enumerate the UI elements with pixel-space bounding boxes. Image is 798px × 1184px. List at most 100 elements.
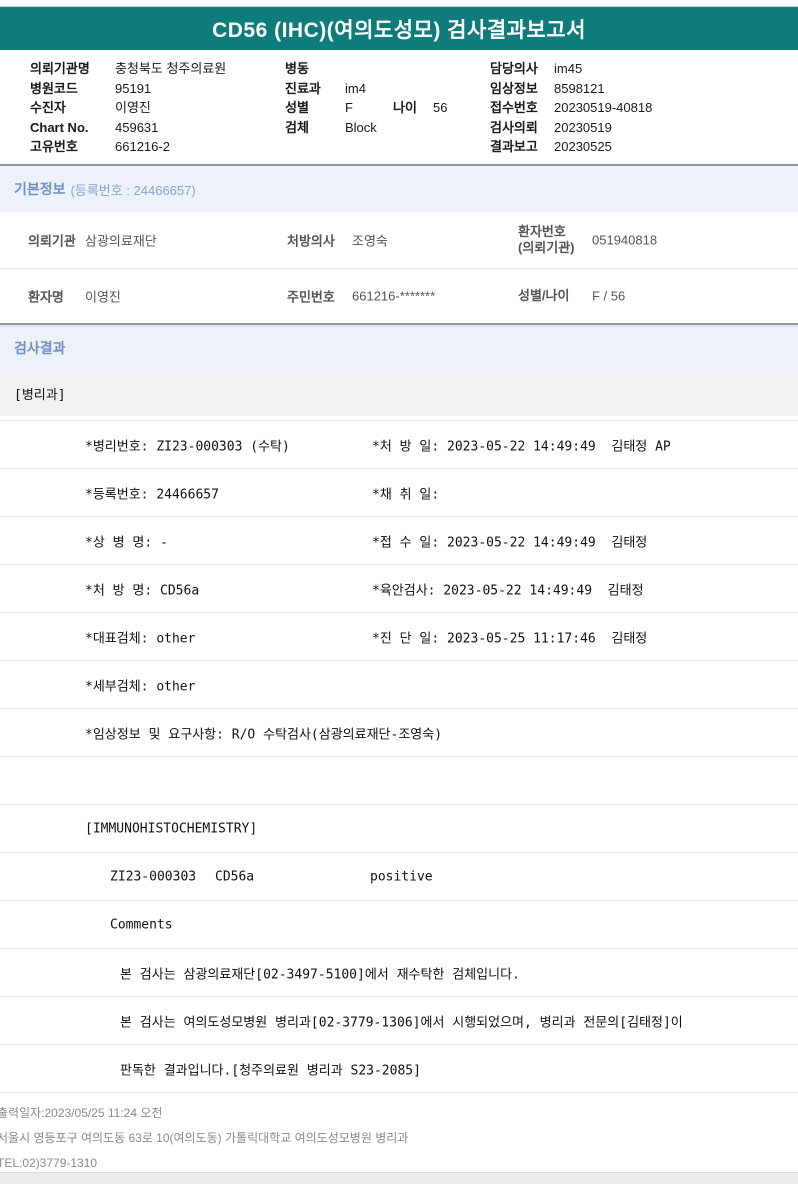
order-field-label: 진료과	[285, 80, 321, 96]
patient-field-value: 661216-*******	[352, 288, 436, 304]
hospital-address: 서울시 영등포구 여의도동 63로 10(여의도동) 가톨릭대학교 여의도성모병…	[0, 1131, 409, 1145]
comment-line: 본 검사는 여의도성모병원 병리과[02-3779-1306]에서 시행되었으며…	[120, 1015, 683, 1030]
detail-left-text: *세부검체: other	[85, 679, 196, 694]
order-field-row: 결과보고 20230525	[490, 137, 652, 157]
comment-line: 판독한 결과입니다.[청주의료원 병리과 S23-2085]	[120, 1063, 421, 1078]
patient-field-label: 처방의사	[287, 233, 335, 249]
basic-info-section-header: 기본정보 (등록번호 : 24466657)	[0, 164, 798, 212]
order-field-label: 검사의뢰	[490, 119, 538, 135]
department-row: [병리과]	[0, 371, 798, 416]
bottom-bar	[0, 1172, 798, 1184]
patient-field-value: 삼광의료재단	[85, 233, 157, 249]
order-field-label: 담당의사	[490, 61, 538, 76]
order-field-value: 459631	[115, 119, 159, 135]
order-field-row: 접수번호 20230519-40818	[490, 98, 652, 118]
detail-left-text: *등록번호: 24466657	[85, 487, 219, 502]
ihc-result-value: positive	[370, 869, 433, 884]
comment-row: 본 검사는 삼광의료재단[02-3497-5100]에서 재수탁한 검체입니다.	[0, 949, 798, 997]
order-field-label: 성별	[285, 100, 309, 115]
ihc-result-test: CD56a	[215, 869, 255, 884]
patient-info-table: 의뢰기관 삼광의료재단 처방의사 조영숙 환자번호 (의뢰기관) 051940818 …	[0, 212, 798, 323]
ihc-header-row: [IMMUNOHISTOCHEMISTRY]	[0, 805, 798, 853]
order-field-row: 병동	[285, 59, 447, 79]
order-field-row: 수진자 이영진	[30, 98, 226, 118]
result-detail-row: *세부검체: other	[0, 661, 798, 709]
ihc-result-row: ZI23-000303 CD56a positive	[0, 853, 798, 901]
order-info-middle-column: 병동 진료과 im4 성별 F 나이 56 검체 Block	[285, 59, 447, 137]
order-field-label: 결과보고	[490, 139, 538, 154]
comments-header-row: Comments	[0, 901, 798, 949]
result-detail-row: *등록번호: 24466657 *채 취 일:	[0, 469, 798, 517]
order-field-label: 의뢰기관명	[30, 61, 90, 76]
patient-field-label: 의뢰기관	[28, 233, 76, 249]
order-field-row: 성별 F 나이 56	[285, 98, 447, 118]
order-field-row: 담당의사 im45	[490, 59, 652, 79]
top-strip	[0, 0, 798, 7]
patient-field-label: 환자번호 (의뢰기관)	[518, 224, 575, 255]
detail-left-text: *상 병 명: -	[85, 535, 168, 550]
detail-right-text: *처 방 일: 2023-05-22 14:49:49 김태정 AP	[372, 439, 671, 454]
order-field-value: F	[345, 100, 353, 115]
comment-row: 판독한 결과입니다.[청주의료원 병리과 S23-2085]	[0, 1045, 798, 1093]
detail-right-text: *채 취 일:	[372, 487, 440, 502]
order-info-left-column: 의뢰기관명 충청북도 청주의료원 병원코드 95191 수진자 이영진 Chart N…	[30, 59, 226, 157]
result-detail-row: *병리번호: ZI23-000303 (수탁) *처 방 일: 2023-05-2…	[0, 421, 798, 469]
age-label: 나이	[393, 100, 417, 115]
order-field-label: 고유번호	[30, 139, 78, 154]
order-info-right-column: 담당의사 im45 임상정보 8598121 접수번호 20230519-40818 …	[490, 59, 652, 157]
patient-field-value: 조영숙	[352, 233, 388, 249]
print-date: 출력일자:2023/05/25 11:24 오전	[0, 1106, 163, 1120]
result-detail-rows: *병리번호: ZI23-000303 (수탁) *처 방 일: 2023-05-2…	[0, 420, 798, 1093]
order-field-label: 수진자	[30, 100, 66, 115]
detail-left-text: *임상정보 및 요구사항: R/O 수탁검사(삼광의료재단-조영숙)	[85, 727, 443, 742]
order-field-value: im45	[554, 61, 583, 76]
order-field-value: 20230525	[554, 139, 612, 154]
patient-info-row: 의뢰기관 삼광의료재단 처방의사 조영숙 환자번호 (의뢰기관) 051940818	[0, 212, 798, 269]
order-field-label: 병동	[285, 61, 309, 76]
order-field-value: 95191	[115, 80, 152, 96]
empty-row	[0, 757, 798, 805]
detail-right-text: *진 단 일: 2023-05-25 11:17:46 김태정	[372, 631, 648, 646]
order-field-row: 고유번호 661216-2	[30, 137, 226, 157]
comment-line: 본 검사는 삼광의료재단[02-3497-5100]에서 재수탁한 검체입니다.	[120, 967, 520, 982]
department-label: [병리과]	[14, 388, 66, 403]
ihc-section-label: [IMMUNOHISTOCHEMISTRY]	[85, 821, 258, 836]
patient-field-label: 성별/나이	[518, 288, 570, 303]
order-field-label: 병원코드	[30, 80, 78, 96]
patient-field-value: 051940818	[592, 232, 658, 248]
patient-field-value: 이영진	[85, 289, 121, 305]
result-detail-row: *대표검체: other *진 단 일: 2023-05-25 11:17:46 …	[0, 613, 798, 661]
detail-left-text: *대표검체: other	[85, 631, 196, 646]
detail-right-text: *육안검사: 2023-05-22 14:49:49 김태정	[372, 583, 644, 598]
order-field-value: 충청북도 청주의료원	[115, 61, 227, 76]
report-title-banner: CD56 (IHC)(여의도성모) 검사결과보고서	[0, 7, 798, 50]
result-detail-row: *상 병 명: - *접 수 일: 2023-05-22 14:49:49 김태정	[0, 517, 798, 565]
detail-left-text: *병리번호: ZI23-000303 (수탁)	[85, 439, 290, 454]
age-value: 56	[433, 100, 448, 115]
order-field-value: 20230519-40818	[554, 100, 653, 115]
results-title: 검사결과	[14, 340, 66, 356]
detail-right-text: *접 수 일: 2023-05-22 14:49:49 김태정	[372, 535, 648, 550]
patient-info-row: 환자명 이영진 주민번호 661216-******* 성별/나이 F / 56	[0, 269, 798, 323]
patient-field-label: 주민번호	[287, 289, 335, 305]
report-footer: 출력일자:2023/05/25 11:24 오전 서울시 영등포구 여의도동 6…	[0, 1093, 798, 1176]
comments-label: Comments	[110, 917, 173, 932]
comment-row: 본 검사는 여의도성모병원 병리과[02-3779-1306]에서 시행되었으며…	[0, 997, 798, 1045]
order-field-row: 진료과 im4	[285, 79, 447, 99]
order-field-row: 임상정보 8598121	[490, 79, 652, 99]
order-field-value: 8598121	[554, 80, 605, 96]
order-field-row: 의뢰기관명 충청북도 청주의료원	[30, 59, 226, 79]
order-field-row: 병원코드 95191	[30, 79, 226, 99]
lab-report-page: CD56 (IHC)(여의도성모) 검사결과보고서 의뢰기관명 충청북도 청주의료…	[0, 0, 798, 1184]
ihc-result-code: ZI23-000303	[110, 869, 197, 884]
result-detail-row: *임상정보 및 요구사항: R/O 수탁검사(삼광의료재단-조영숙)	[0, 709, 798, 757]
order-field-label: 접수번호	[490, 100, 538, 115]
order-field-value: Block	[345, 119, 377, 135]
order-field-row: 검체 Block	[285, 118, 447, 138]
patient-field-label: 환자명	[28, 289, 64, 305]
patient-field-value: F / 56	[592, 288, 626, 304]
order-field-label: Chart No.	[30, 119, 89, 135]
results-section-header: 검사결과	[0, 323, 798, 371]
order-info-table: 의뢰기관명 충청북도 청주의료원 병원코드 95191 수진자 이영진 Chart N…	[0, 50, 798, 158]
order-field-value: 661216-2	[115, 139, 170, 154]
